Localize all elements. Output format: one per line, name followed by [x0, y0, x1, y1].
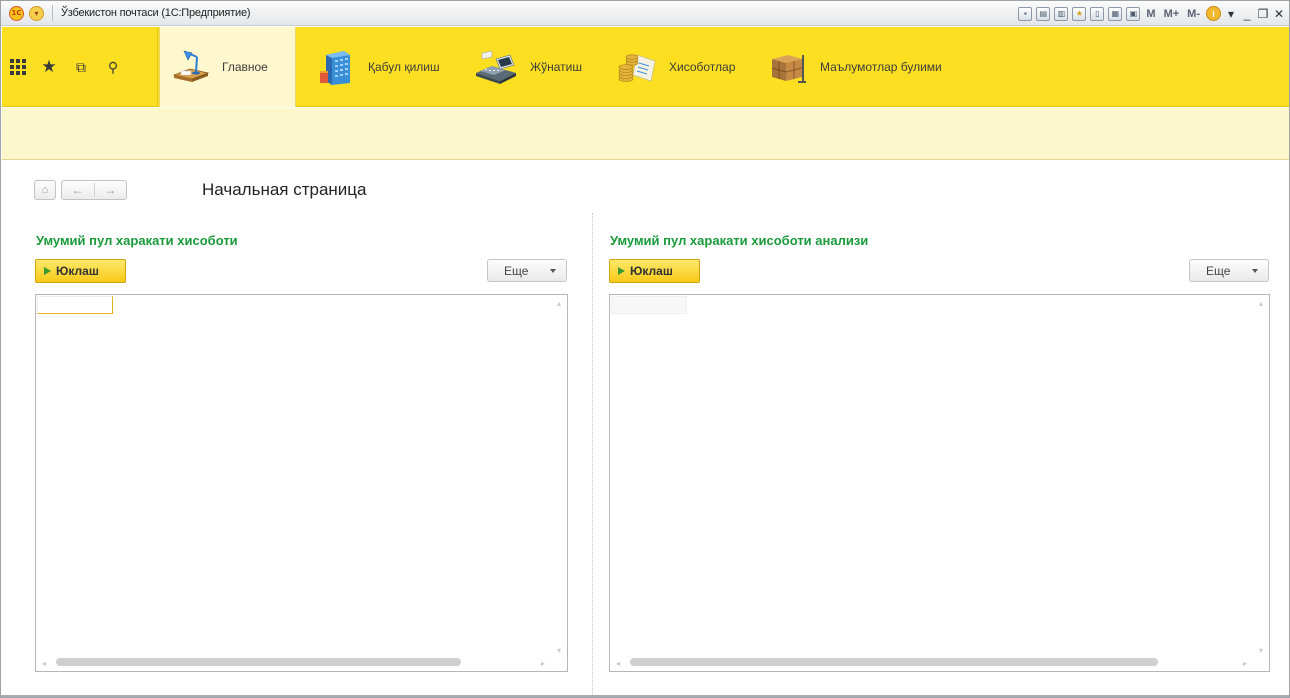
info-icon[interactable]: i — [1206, 6, 1221, 21]
scroll-up-icon[interactable]: ▴ — [557, 299, 561, 308]
sections-separator — [157, 27, 158, 107]
left-more-button[interactable]: Еще — [487, 259, 567, 282]
scroll-left-icon[interactable]: ◂ — [616, 659, 620, 668]
memory-m-button[interactable]: M — [1144, 8, 1157, 20]
run-label: Юклаш — [56, 264, 99, 278]
calendar-icon[interactable]: ▣ — [1126, 6, 1141, 21]
chevron-down-icon — [1252, 268, 1258, 273]
search-icon[interactable]: ⚲ — [104, 58, 122, 76]
sections-panel: ★ ⧉ ⚲ Главное Қабул қилиш Жўнатиш Хисобо… — [2, 27, 1289, 107]
app-logo-icon[interactable]: 1С — [9, 5, 24, 21]
column-separator — [592, 213, 593, 697]
print-preview-icon[interactable]: ▥ — [1054, 6, 1069, 21]
close-button[interactable]: ✕ — [1273, 7, 1285, 21]
title-bar: 1С ▾ Ўзбекистон почтаси (1С:Предприятие)… — [1, 1, 1289, 26]
memory-m-minus-button[interactable]: M- — [1185, 8, 1202, 20]
section-sending[interactable]: Жўнатиш — [464, 27, 599, 107]
scroll-down-icon[interactable]: ▾ — [557, 646, 561, 655]
title-toolbar: ▪ ▤ ▥ ★ ▯ ▦ ▣ M M+ M- i ▾ _ ❐ ✕ — [1018, 1, 1285, 26]
section-label: Маълумотлар булими — [820, 60, 942, 74]
horizontal-scrollbar[interactable] — [56, 658, 461, 666]
bottom-border — [1, 695, 1289, 697]
scroll-up-icon[interactable]: ▴ — [1259, 299, 1263, 308]
favorites-star-icon[interactable]: ★ — [40, 58, 58, 76]
right-spreadsheet[interactable]: ▴ ▾ ◂ ▸ — [609, 294, 1270, 672]
history-nav: ← → — [61, 180, 127, 200]
favorites-icon[interactable]: ★ — [1072, 6, 1087, 21]
left-spreadsheet[interactable]: ▴ ▾ ◂ ▸ — [35, 294, 568, 672]
right-more-button[interactable]: Еще — [1189, 259, 1269, 282]
save-icon[interactable]: ▪ — [1018, 6, 1033, 21]
back-arrow-icon[interactable]: ← — [62, 183, 94, 197]
home-button[interactable]: ⌂ — [34, 180, 56, 200]
print-icon[interactable]: ▤ — [1036, 6, 1051, 21]
application-window: 1С ▾ Ўзбекистон почтаси (1С:Предприятие)… — [0, 0, 1290, 698]
content-area: ⌂ ← → Начальная страница Умумий пул хара… — [2, 161, 1289, 697]
navigation-buttons: ⌂ ← → — [34, 180, 127, 200]
spreadsheet-cell[interactable] — [611, 296, 687, 314]
scroll-right-icon[interactable]: ▸ — [1243, 659, 1247, 668]
calculator-icon[interactable]: ▦ — [1108, 6, 1123, 21]
forward-arrow-icon[interactable]: → — [94, 183, 126, 197]
minimize-button[interactable]: _ — [1241, 7, 1253, 21]
play-icon — [44, 267, 51, 275]
page-title: Начальная страница — [202, 180, 367, 199]
quick-access-bar: ★ ⧉ ⚲ — [2, 27, 157, 107]
section-main[interactable]: Главное — [159, 27, 296, 107]
play-icon — [618, 267, 625, 275]
right-run-button[interactable]: Юклаш — [609, 259, 700, 283]
section-data[interactable]: Маълумотлар булими — [758, 27, 958, 107]
functions-panel — [2, 108, 1289, 160]
section-label: Хисоботлар — [669, 60, 736, 74]
scroll-left-icon[interactable]: ◂ — [42, 659, 46, 668]
section-label: Қабул қилиш — [368, 60, 440, 74]
section-reports[interactable]: Хисоботлар — [607, 27, 747, 107]
chevron-down-icon — [550, 268, 556, 273]
scroll-right-icon[interactable]: ▸ — [541, 659, 545, 668]
document-icon[interactable]: ▯ — [1090, 6, 1105, 21]
title-separator — [52, 5, 53, 21]
section-receiving[interactable]: Қабул қилиш — [306, 27, 456, 107]
building-icon — [316, 49, 356, 85]
all-functions-icon[interactable] — [10, 59, 26, 75]
section-label: Жўнатиш — [530, 60, 582, 74]
right-report-title: Умумий пул харакати хисоботи анализи — [610, 233, 869, 248]
left-report-title: Умумий пул харакати хисоботи — [36, 233, 238, 248]
left-run-button[interactable]: Юклаш — [35, 259, 126, 283]
more-label: Еще — [504, 263, 529, 278]
section-label: Главное — [222, 60, 268, 74]
more-label: Еще — [1206, 263, 1231, 278]
scroll-down-icon[interactable]: ▾ — [1259, 646, 1263, 655]
history-icon[interactable]: ⧉ — [72, 58, 90, 76]
dropdown-arrow-icon[interactable]: ▾ — [1225, 7, 1237, 21]
window-title: Ўзбекистон почтаси (1С:Предприятие) — [61, 7, 251, 19]
home-icon: ⌂ — [41, 184, 49, 196]
coins-report-icon — [617, 49, 657, 85]
cash-register-icon — [474, 49, 518, 85]
spreadsheet-cell[interactable] — [37, 296, 113, 314]
horizontal-scrollbar[interactable] — [630, 658, 1158, 666]
memory-m-plus-button[interactable]: M+ — [1162, 8, 1182, 20]
restore-button[interactable]: ❐ — [1257, 7, 1269, 21]
boxes-icon — [768, 49, 808, 85]
main-menu-icon[interactable]: ▾ — [29, 5, 44, 21]
run-label: Юклаш — [630, 264, 673, 278]
desk-lamp-icon — [170, 49, 210, 85]
